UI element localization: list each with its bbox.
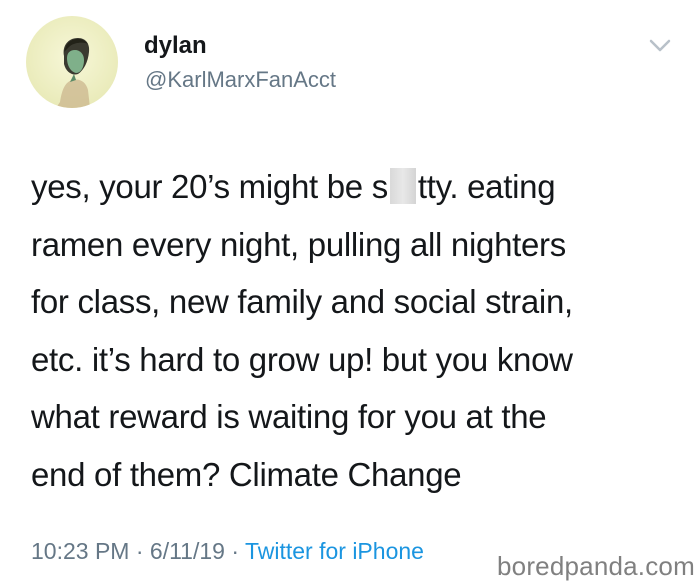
tweet-source-link[interactable]: Twitter for iPhone: [245, 538, 424, 564]
tweet-date[interactable]: 6/11/19: [150, 538, 225, 564]
tweet-text-segment: tty. eating: [417, 168, 556, 205]
tweet-metadata: 10:23 PM · 6/11/19 · Twitter for iPhone: [31, 538, 424, 565]
tweet-time[interactable]: 10:23 PM: [31, 538, 129, 564]
tweet-line: end of them? Climate Change: [31, 455, 462, 493]
watermark: boredpanda.com: [497, 551, 695, 581]
user-handle[interactable]: @KarlMarxFanAcct: [145, 67, 336, 93]
tweet-line: ramen every night, pulling all nighters: [31, 225, 566, 263]
avatar-photo: [56, 38, 90, 108]
tweet-card: dylan @KarlMarxFanAcct yes, your 20’s mi…: [0, 0, 700, 588]
avatar[interactable]: [26, 16, 118, 108]
tweet-line: for class, new family and social strain,: [31, 283, 573, 320]
meta-separator: ·: [129, 538, 150, 564]
chevron-down-icon[interactable]: [648, 38, 672, 54]
tweet-line: etc. it’s hard to grow up! but you know: [31, 340, 573, 378]
tweet-text: yes, your 20’s might be s tty. eating ram…: [31, 158, 691, 503]
display-name[interactable]: dylan: [144, 32, 207, 60]
tweet-line: yes, your 20’s might be s tty. eating: [31, 158, 691, 216]
tweet-line: what reward is waiting for you at the: [31, 398, 547, 435]
meta-separator: ·: [224, 538, 245, 564]
censor-blur: [389, 168, 416, 204]
tweet-text-segment: yes, your 20’s might be s: [31, 168, 388, 205]
